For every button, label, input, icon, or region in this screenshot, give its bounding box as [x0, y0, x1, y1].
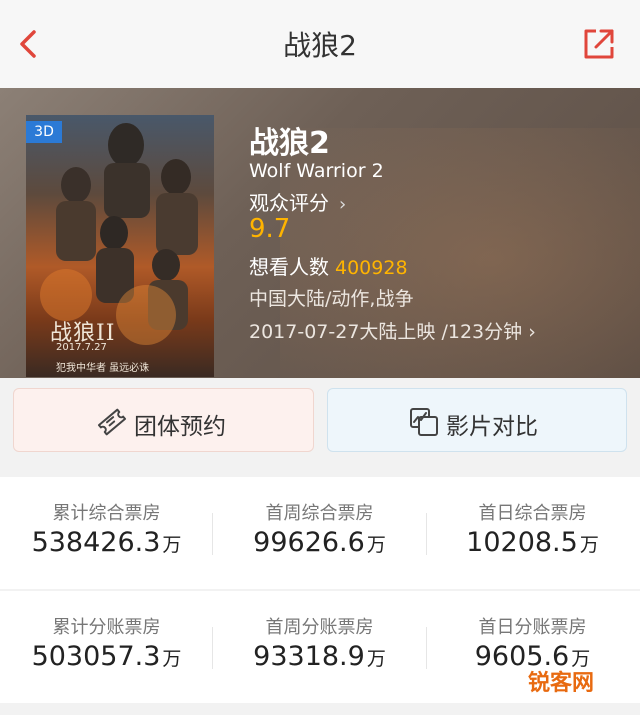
film-compare-label: 影片对比	[446, 414, 538, 440]
stat-cell: 首日综合票房 10208.5 万	[426, 477, 639, 589]
stat-unit: 万	[366, 648, 386, 670]
stat-cell: 首周分账票房 93318.9 万	[213, 591, 426, 703]
stat-label: 累计综合票房	[52, 503, 161, 524]
stat-label: 首周分账票房	[265, 617, 374, 638]
compare-chart-icon	[410, 408, 438, 436]
stat-value: 99626.6 万	[213, 527, 426, 558]
stat-label: 首日分账票房	[478, 617, 587, 638]
release-info: 2017-07-27大陆上映 /123分钟	[249, 321, 523, 343]
stat-number: 10208.5	[466, 527, 578, 558]
group-booking-button[interactable]: 团体预约	[13, 388, 314, 452]
group-booking-label: 团体预约	[134, 414, 226, 440]
audience-rating-label: 观众评分	[249, 191, 329, 215]
want-to-see-label: 想看人数	[249, 255, 329, 279]
stat-value: 93318.9 万	[213, 641, 426, 672]
stat-unit: 万	[579, 534, 599, 556]
stat-label: 首日综合票房	[478, 503, 587, 524]
share-icon[interactable]	[582, 27, 616, 61]
stat-number: 93318.9	[253, 641, 365, 672]
stat-cell: 首周综合票房 99626.6 万	[213, 477, 426, 589]
want-to-see: 想看人数 400928	[249, 251, 408, 280]
top-nav-bar: 战狼2	[0, 0, 640, 89]
stat-number: 503057.3	[31, 641, 161, 672]
stat-value: 538426.3 万	[0, 527, 213, 558]
audience-rating-link[interactable]: 观众评分 ›	[249, 187, 346, 216]
movie-title-en: Wolf Warrior 2	[249, 160, 384, 182]
movie-poster[interactable]: 3D 战狼II 2017.7.27 犯我中华者 虽远必诛	[26, 115, 214, 377]
box-office-row-total: 累计综合票房 538426.3 万 首周综合票房 99626.6 万 首日综合票房 …	[0, 477, 640, 589]
stat-label: 首周综合票房	[265, 503, 374, 524]
stat-cell: 累计综合票房 538426.3 万	[0, 477, 213, 589]
stat-label: 累计分账票房	[52, 617, 161, 638]
stat-number: 538426.3	[31, 527, 161, 558]
release-info-link[interactable]: 2017-07-27大陆上映 /123分钟 ›	[249, 317, 536, 344]
stat-unit: 万	[162, 648, 182, 670]
stat-unit: 万	[162, 534, 182, 556]
stat-unit: 万	[366, 534, 386, 556]
movie-genre: 中国大陆/动作,战争	[249, 288, 414, 310]
film-compare-button[interactable]: 影片对比	[327, 388, 627, 452]
poster-date-text: 2017.7.27	[56, 342, 107, 353]
ticket-icon	[97, 408, 127, 436]
stat-value: 503057.3 万	[0, 641, 213, 672]
chevron-right-icon: ›	[339, 194, 347, 215]
movie-title-cn: 战狼2	[249, 126, 330, 161]
stat-cell: 累计分账票房 503057.3 万	[0, 591, 213, 703]
stat-number: 99626.6	[253, 527, 365, 558]
site-watermark: 锐客网	[527, 671, 594, 696]
action-buttons: 团体预约 影片对比	[0, 378, 640, 464]
poster-tagline: 犯我中华者 虽远必诛	[56, 363, 150, 374]
page-title: 战狼2	[283, 29, 357, 62]
want-to-see-count: 400928	[335, 257, 408, 279]
stat-value: 10208.5 万	[426, 527, 639, 558]
chevron-right-icon: ›	[528, 321, 536, 343]
3d-badge: 3D	[26, 121, 62, 143]
rating-score: 9.7	[249, 214, 291, 244]
